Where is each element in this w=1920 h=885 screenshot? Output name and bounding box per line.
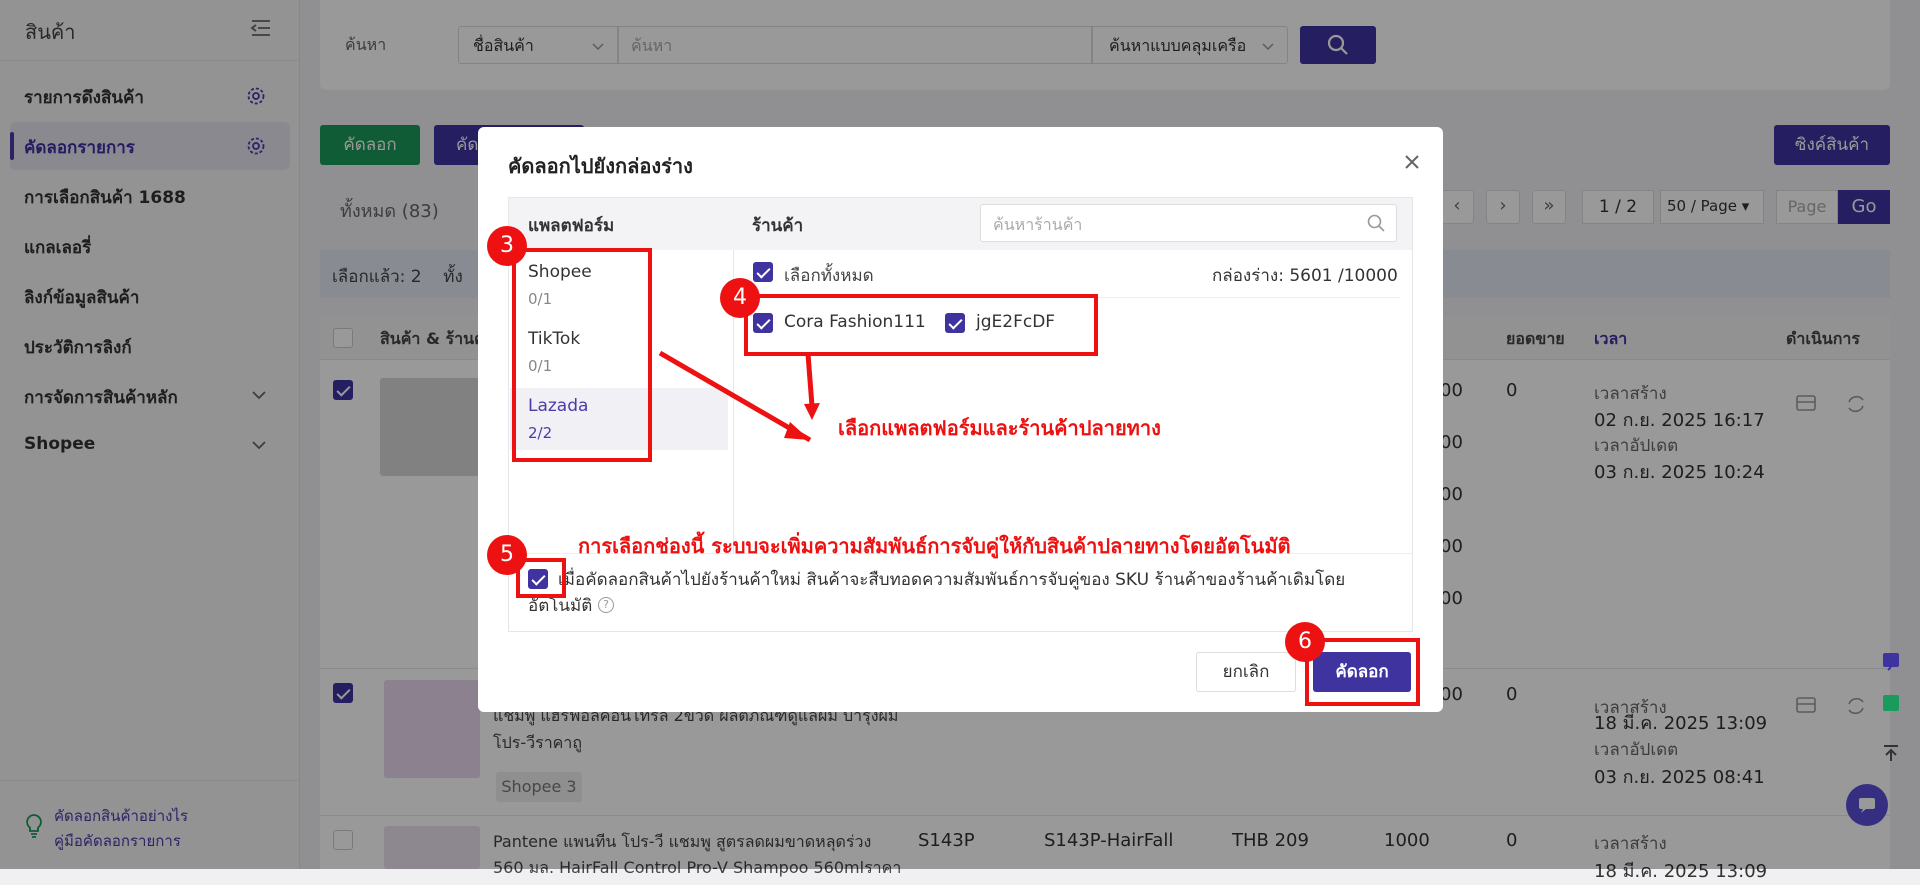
back-to-top-icon[interactable] <box>1880 742 1902 764</box>
search-icon <box>1367 214 1385 232</box>
annotation-box-platforms <box>512 248 652 462</box>
ticket-icon[interactable] <box>1880 650 1902 672</box>
question-icon[interactable]: ? <box>598 597 614 613</box>
draft-box-count: กล่องร่าง: 5601 /10000 <box>1212 266 1398 286</box>
book-icon[interactable] <box>1880 692 1902 714</box>
shop-header: ร้านค้า <box>752 216 804 236</box>
annotation-badge-5: 5 <box>487 535 527 575</box>
annotation-arrows <box>658 350 820 443</box>
platform-header: แพลตฟอร์ม <box>528 216 615 236</box>
select-all-shops-checkbox[interactable] <box>753 262 773 282</box>
close-icon[interactable] <box>1400 150 1424 174</box>
inherit-sku-mapping-text[interactable]: เมื่อคัดลอกสินค้าไปยังร้านค้าใหม่ สินค้า… <box>528 567 1348 619</box>
annotation-box-shops <box>744 294 1098 356</box>
select-all-label[interactable]: เลือกทั้งหมด <box>784 262 874 289</box>
annotation-badge-4: 4 <box>720 278 760 318</box>
annotation-select-note: เลือกแพลตฟอร์มและร้านค้าปลายทาง <box>838 416 1161 440</box>
cancel-button[interactable]: ยกเลิก <box>1196 652 1296 692</box>
annotation-badge-6: 6 <box>1285 622 1325 662</box>
annotation-badge-3: 3 <box>487 226 527 266</box>
shop-search-input[interactable]: ค้นหาร้านค้า <box>980 204 1397 242</box>
modal-title: คัดลอกไปยังกล่องร่าง <box>508 154 693 178</box>
annotation-checkbox-note: การเลือกช่องนี้ ระบบจะเพิ่มความสัมพันธ์ก… <box>578 534 1291 558</box>
